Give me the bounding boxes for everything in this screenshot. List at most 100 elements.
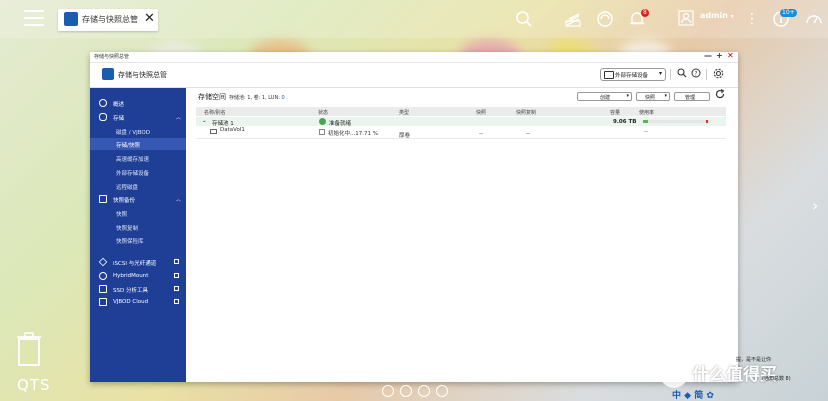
volume-status: 初始化中...17.71 % [328, 131, 378, 137]
sidebar-item-disks-vjbod[interactable]: 磁盘 / VJBOD [90, 125, 186, 137]
maximize-button[interactable]: + [716, 51, 723, 60]
more-options-icon[interactable]: ⋮ [745, 10, 759, 28]
table-header: 名称/别名 状态 类型 快照 快照复制 容量 使用率 [196, 107, 726, 116]
user-icon[interactable] [678, 10, 694, 30]
sidebar-item-remote-disk[interactable]: 远程磁盘 [90, 180, 186, 192]
app-title: 存储与快照总管 [118, 71, 167, 79]
sidebar-item-label: 快照备份 [113, 198, 136, 204]
sidebar: 概述 存储 ︿ 磁盘 / VJBOD 存储/快照 高速缓存加速 外部存储设备 远… [90, 88, 186, 382]
snapshot-button[interactable]: 快照 ▾ [636, 92, 670, 101]
sidebar-item-label: 存储/快照 [116, 143, 140, 149]
app-header: 存储与快照总管 外部存储设备 ▾ ? [90, 63, 738, 88]
pool-capacity: 9.06 TB [613, 119, 637, 125]
storage-app-icon [64, 12, 78, 26]
create-button-label: 创建 [600, 95, 611, 101]
pool-status: 准备就绪 [329, 121, 352, 127]
manage-button[interactable]: 管理 [674, 92, 710, 101]
sidebar-item-label: iSCSI 与光纤通道 [113, 261, 157, 267]
search-icon[interactable] [677, 68, 687, 81]
column-header-snapshot[interactable]: 快照 [476, 109, 486, 116]
sidebar-item-storage[interactable]: 存储 ︿ [90, 111, 186, 123]
snapshot-button-label: 快照 [645, 95, 656, 101]
column-header-usage[interactable]: 使用率 [639, 109, 654, 116]
app-tab-storage-snapshots[interactable]: 存储与快照总管 ✕ [58, 9, 158, 31]
chevron-down-icon: ▾ [658, 70, 662, 77]
storage-snapshots-window: 存储与快照总管 — + ✕ 存储与快照总管 外部存储设备 ▾ ? 概述 存储 ︿… [90, 51, 738, 382]
user-name-label: admin [700, 11, 728, 20]
sidebar-item-ssd-profiling[interactable]: SSD 分析工具 [90, 283, 186, 295]
sidebar-item-label: 磁盘 / VJBOD [116, 130, 150, 136]
column-header-snapshot-replica[interactable]: 快照复制 [516, 109, 536, 116]
info-badge: 10+ [780, 9, 797, 17]
user-name[interactable]: admin ▾ [700, 11, 734, 20]
notification-preview[interactable]: 提，是不是让你 (通知总数 8) [736, 356, 791, 382]
external-storage-select[interactable]: 外部存储设备 ▾ [600, 68, 666, 81]
column-header-status[interactable]: 状态 [318, 109, 328, 116]
volume-snapshot: -- [479, 131, 483, 137]
column-header-name[interactable]: 名称/别名 [204, 109, 226, 116]
sidebar-item-iscsi-fc[interactable]: iSCSI 与光纤通道 [90, 256, 186, 268]
sidebar-item-hybridmount[interactable]: HybridMount [90, 270, 186, 282]
external-link-icon [174, 299, 179, 304]
pool-name: 存储池 1 [212, 121, 234, 127]
table-row-storage-pool[interactable]: ⌄ 存储池 1 准备就绪 9.06 TB [196, 117, 726, 127]
sidebar-item-label: 存储 [113, 116, 125, 122]
manage-button-label: 管理 [685, 95, 696, 101]
column-header-capacity[interactable]: 容量 [610, 109, 620, 116]
gear-icon[interactable] [713, 68, 724, 82]
chevron-up-icon: ︿ [176, 197, 182, 203]
trash-icon[interactable] [16, 332, 42, 366]
search-icon[interactable] [515, 10, 533, 32]
app-tab-title: 存储与快照总管 [82, 15, 138, 24]
sidebar-item-snapshots[interactable]: 快照 [90, 207, 186, 219]
sidebar-item-label: VJBOD Cloud [113, 299, 149, 305]
sidebar-item-storage-snapshots[interactable]: 存储/快照 [90, 138, 186, 150]
initializing-icon [319, 129, 325, 135]
sidebar-item-label: 快照 [116, 212, 128, 218]
create-button[interactable]: 创建 ▾ [577, 92, 632, 101]
sidebar-item-label: 外部存储设备 [116, 171, 150, 177]
dock-item-icon[interactable] [400, 385, 412, 397]
chevron-right-icon[interactable]: › [812, 196, 818, 215]
stack-icon[interactable] [564, 10, 582, 32]
main-content: 存储空间 存储池: 1, 卷: 1, LUN: 0 创建 ▾ 快照 ▾ 管理 名… [186, 88, 738, 382]
divider [670, 69, 671, 80]
snapshot-backup-icon [99, 195, 107, 203]
sidebar-item-overview[interactable]: 概述 [90, 97, 186, 109]
sidebar-item-snapshot-replica[interactable]: 快照复制 [90, 221, 186, 233]
drive-icon [604, 71, 614, 79]
lun-count[interactable]: 0 [281, 95, 284, 101]
collapse-chevron-icon[interactable]: ⌄ [202, 118, 207, 124]
minimize-button[interactable]: — [704, 51, 712, 60]
vjbod-cloud-icon [99, 298, 107, 306]
dashboard-icon[interactable] [805, 10, 823, 32]
ssd-icon [99, 285, 107, 293]
table-row-volume[interactable]: DataVol1 初始化中...17.71 % 厚卷 -- -- -- [196, 127, 726, 139]
help-icon[interactable]: ? [691, 68, 701, 81]
notification-badge: 8 [641, 9, 649, 17]
sidebar-item-label: HybridMount [113, 273, 149, 279]
close-button[interactable]: ✕ [727, 51, 734, 60]
sidebar-item-snapshot-vault[interactable]: 快照保险库 [90, 234, 186, 246]
notification-count: (通知总数 8) [762, 376, 791, 382]
main-menu-button[interactable] [24, 10, 44, 26]
dock-item-icon[interactable] [418, 385, 430, 397]
sidebar-item-external-storage[interactable]: 外部存储设备 [90, 166, 186, 178]
column-header-type[interactable]: 类型 [399, 109, 409, 116]
pool-usage-threshold-marker [706, 120, 708, 123]
refresh-icon[interactable] [715, 89, 725, 102]
hybridmount-icon [99, 272, 107, 280]
dock-item-icon[interactable] [382, 385, 394, 397]
pool-usage-fill [643, 120, 649, 123]
window-titlebar[interactable]: 存储与快照总管 — + ✕ [90, 51, 738, 63]
sidebar-item-vjbod-cloud[interactable]: VJBOD Cloud [90, 296, 186, 308]
sync-icon[interactable] [596, 10, 614, 32]
sidebar-item-label: 快照保险库 [116, 239, 144, 245]
sidebar-item-cache-acceleration[interactable]: 高速缓存加速 [90, 152, 186, 164]
iscsi-icon [98, 257, 108, 267]
dock-item-icon[interactable] [436, 385, 448, 397]
sidebar-item-snapshot-backup[interactable]: 快照备份 ︿ [90, 193, 186, 205]
pool-usage-bar [643, 120, 711, 123]
app-tab-close-icon[interactable]: ✕ [144, 11, 155, 26]
sidebar-item-label: 高速缓存加速 [116, 157, 150, 163]
